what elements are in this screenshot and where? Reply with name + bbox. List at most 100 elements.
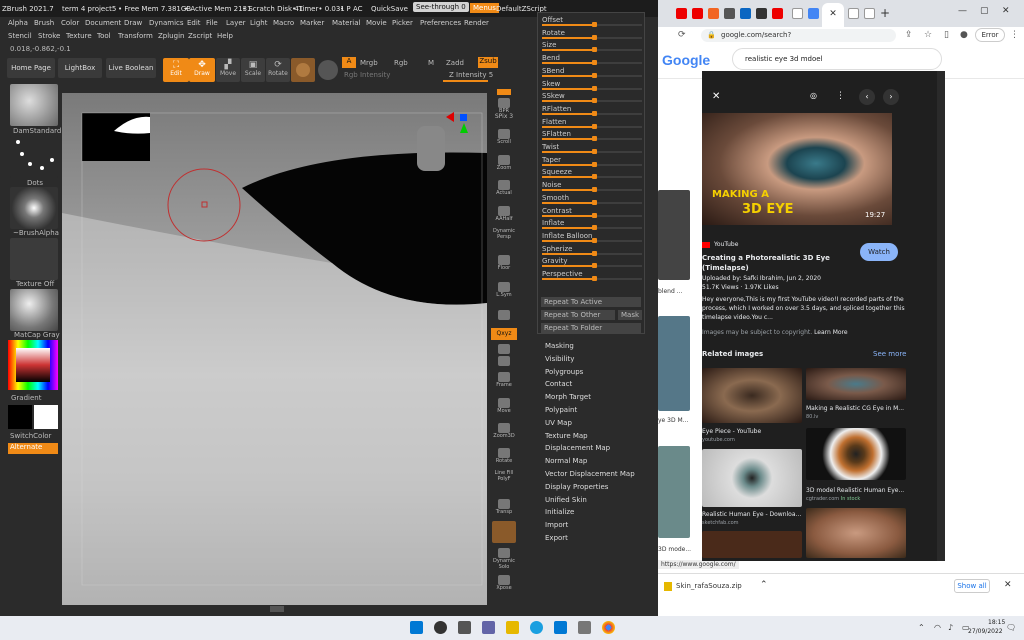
line-fill-button[interactable]: Line Fill PolyF xyxy=(490,470,518,492)
subpalette-unified-skin[interactable]: Unified Skin xyxy=(545,496,587,504)
aahalf-button[interactable]: AAHalf xyxy=(490,204,518,226)
menus-button[interactable]: Menus xyxy=(470,3,499,13)
menu-light[interactable]: Light xyxy=(250,19,267,27)
material-swatch[interactable] xyxy=(291,58,315,82)
deformation-slider-inflate-balloon[interactable]: Inflate Balloon xyxy=(542,230,642,243)
left-snip-3[interactable]: 3D mode... xyxy=(658,546,691,553)
ghost-button[interactable] xyxy=(492,521,516,543)
stroke-thumbnail[interactable] xyxy=(10,136,58,178)
subpalette-texture-map[interactable]: Texture Map xyxy=(545,432,588,440)
lsym-button[interactable]: L.Sym xyxy=(490,280,518,302)
prev-icon[interactable]: ‹ xyxy=(859,89,875,105)
zadd-toggle[interactable]: Zadd xyxy=(446,59,464,67)
omnibox[interactable]: 🔒 google.com/search?q=realistic+eye+3d+m… xyxy=(701,29,896,52)
zoom3d-button[interactable]: Zoom3D xyxy=(490,421,518,443)
primary-color-swatch[interactable] xyxy=(34,405,58,429)
google-tab-icon[interactable] xyxy=(848,8,859,19)
menu-edit[interactable]: Edit xyxy=(187,19,201,27)
deformation-slider-gravity[interactable]: Gravity xyxy=(542,255,642,269)
video-title[interactable]: Creating a Photorealistic 3D Eye (Timela… xyxy=(702,253,852,273)
subpalette-contact[interactable]: Contact xyxy=(545,380,572,388)
switch-color-button[interactable]: SwitchColor xyxy=(10,432,51,440)
subpalette-display-properties[interactable]: Display Properties xyxy=(545,483,608,491)
deformation-slider-sflatten[interactable]: SFlatten xyxy=(542,128,642,142)
chrome-taskbar-icon[interactable] xyxy=(602,621,615,634)
file-explorer-icon[interactable] xyxy=(506,621,519,634)
see-through-slider[interactable]: See-through 0 xyxy=(413,2,469,12)
video-preview-image[interactable]: MAKING A 3D EYE 19:27 xyxy=(702,113,892,225)
menu-zplugin[interactable]: Zplugin xyxy=(158,32,184,40)
menu-document[interactable]: Document xyxy=(85,19,121,27)
repeat-to-other-button[interactable]: Repeat To Other xyxy=(541,310,615,320)
alternate-toggle[interactable]: Alternate xyxy=(8,443,58,454)
subpalette-masking[interactable]: Masking xyxy=(545,342,574,350)
menu-marker[interactable]: Marker xyxy=(300,19,324,27)
more-icon[interactable]: ⋮ xyxy=(836,91,845,101)
subpalette-uv-map[interactable]: UV Map xyxy=(545,419,572,427)
repeat-to-folder-button[interactable]: Repeat To Folder xyxy=(541,323,641,333)
solo-button[interactable]: Dynamic Solo xyxy=(490,546,518,570)
teams-icon[interactable] xyxy=(482,621,495,634)
menu-stencil[interactable]: Stencil xyxy=(8,32,32,40)
menu-movie[interactable]: Movie xyxy=(366,19,387,27)
task-view-icon[interactable] xyxy=(458,621,471,634)
new-tab-icon[interactable]: + xyxy=(880,6,890,20)
deformation-slider-rflatten[interactable]: RFlatten xyxy=(542,103,642,116)
deformation-slider-flatten[interactable]: Flatten xyxy=(542,116,642,129)
deformation-slider-smooth[interactable]: Smooth xyxy=(542,192,642,205)
menu-brush[interactable]: Brush xyxy=(34,19,54,27)
subpalette-import[interactable]: Import xyxy=(545,521,568,529)
subpalette-visibility[interactable]: Visibility xyxy=(545,355,574,363)
google-tab-icon[interactable] xyxy=(864,8,875,19)
related-thumb-5[interactable] xyxy=(806,508,906,558)
lightbox-button[interactable]: LightBox xyxy=(58,58,102,78)
swirl-icon[interactable] xyxy=(318,60,338,80)
menu-material[interactable]: Material xyxy=(332,19,360,27)
lens-icon[interactable]: ◎ xyxy=(810,91,817,100)
edge-icon[interactable] xyxy=(530,621,543,634)
gradient-toggle[interactable]: Gradient xyxy=(11,394,41,402)
reload-icon[interactable]: ⟳ xyxy=(678,30,686,40)
close-icon[interactable]: ✕ xyxy=(822,9,844,19)
google-tab-icon[interactable] xyxy=(792,8,803,19)
menu-draw[interactable]: Draw xyxy=(124,19,142,27)
menu-zscript[interactable]: Zscript xyxy=(188,32,212,40)
menu-dots-icon[interactable]: ⋮ xyxy=(1010,30,1019,40)
deformation-slider-noise[interactable]: Noise xyxy=(542,179,642,193)
related-thumb-4[interactable] xyxy=(806,428,906,480)
deformation-slider-spherize[interactable]: Spherize xyxy=(542,243,642,256)
menu-render[interactable]: Render xyxy=(464,19,489,27)
zsub-toggle[interactable]: Zsub xyxy=(478,57,498,68)
menu-preferences[interactable]: Preferences xyxy=(420,19,461,27)
menu-texture[interactable]: Texture xyxy=(66,32,92,40)
menu-dynamics[interactable]: Dynamics xyxy=(149,19,184,27)
tab-icon[interactable] xyxy=(724,8,735,19)
result-thumbnail[interactable] xyxy=(658,316,690,411)
subpalette-morph-target[interactable]: Morph Target xyxy=(545,393,591,401)
chevron-up-icon[interactable]: ⌃ xyxy=(760,580,768,590)
subpalette-export[interactable]: Export xyxy=(545,534,568,542)
maximize-icon[interactable]: ▢ xyxy=(980,6,989,16)
subpalette-polypaint[interactable]: Polypaint xyxy=(545,406,577,414)
related-thumb-3[interactable] xyxy=(702,449,802,507)
rgb-toggle[interactable]: Rgb xyxy=(394,59,408,67)
deformation-slider-twist[interactable]: Twist xyxy=(542,141,642,154)
left-snip-2[interactable]: ye 3D M... xyxy=(658,417,688,424)
related-thumb-1[interactable] xyxy=(702,368,802,423)
wifi-icon[interactable]: ◠ xyxy=(934,623,941,632)
close-panel-icon[interactable]: ✕ xyxy=(712,91,720,102)
related-title-2[interactable]: Making a Realistic CG Eye in M... xyxy=(806,405,904,412)
qxyz-y-button[interactable] xyxy=(490,354,518,368)
secondary-color-swatch[interactable] xyxy=(8,405,32,429)
menu-file[interactable]: File xyxy=(206,19,218,27)
tab-icon[interactable] xyxy=(708,8,719,19)
a-toggle[interactable]: A xyxy=(342,57,356,68)
volume-icon[interactable]: ♪ xyxy=(948,623,953,632)
menu-help[interactable]: Help xyxy=(217,32,233,40)
menu-picker[interactable]: Picker xyxy=(392,19,413,27)
subpalette-normal-map[interactable]: Normal Map xyxy=(545,457,587,465)
show-all-button[interactable]: Show all xyxy=(954,579,990,593)
menu-alpha[interactable]: Alpha xyxy=(8,19,28,27)
actual-button[interactable]: Actual xyxy=(490,178,518,200)
deformation-slider-perspective[interactable]: Perspective xyxy=(542,268,642,281)
